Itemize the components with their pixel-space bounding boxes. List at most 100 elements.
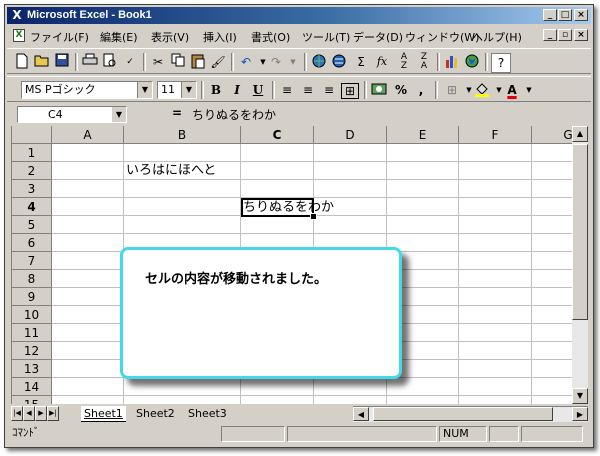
currency-icon[interactable]: [370, 81, 388, 99]
column-header-d[interactable]: D: [314, 126, 387, 144]
map-icon[interactable]: [463, 53, 481, 71]
font-size-select[interactable]: 11 ▼: [157, 81, 197, 99]
open-icon[interactable]: [33, 53, 51, 71]
chart-wizard-icon[interactable]: [443, 53, 461, 71]
hyperlink-icon[interactable]: [310, 53, 328, 71]
align-left-icon[interactable]: ≡: [278, 81, 296, 99]
print-preview-icon[interactable]: [101, 53, 119, 71]
chevron-down-icon[interactable]: ▼: [137, 82, 152, 98]
font-color-dropdown-icon[interactable]: ▼: [520, 81, 538, 99]
minimize-button[interactable]: _: [543, 9, 557, 21]
percent-button[interactable]: %: [392, 81, 410, 99]
row-header-3[interactable]: 3: [12, 180, 52, 198]
sort-descending-icon[interactable]: ZA: [415, 53, 433, 71]
menu-file[interactable]: ファイル(F): [30, 29, 89, 45]
redo-dropdown-icon[interactable]: ▼: [284, 53, 302, 71]
chevron-down-icon[interactable]: ▼: [181, 82, 196, 98]
vertical-scrollbar[interactable]: ▲ ▼: [572, 126, 588, 404]
maximize-button[interactable]: □: [558, 9, 572, 21]
chevron-down-icon[interactable]: ▼: [112, 107, 126, 122]
tab-sheet1[interactable]: Sheet1: [81, 406, 126, 422]
autosum-icon[interactable]: Σ: [352, 53, 370, 71]
format-painter-icon[interactable]: 🖌: [209, 53, 227, 71]
comma-button[interactable]: ,: [412, 81, 430, 99]
new-icon[interactable]: [13, 53, 31, 71]
select-all-corner[interactable]: [12, 126, 52, 144]
paste-icon[interactable]: [189, 53, 207, 71]
row-header-12[interactable]: 12: [12, 342, 52, 360]
row-header-9[interactable]: 9: [12, 288, 52, 306]
menu-help[interactable]: ヘルプ(H): [472, 29, 522, 45]
scroll-up-icon[interactable]: ▲: [572, 126, 588, 142]
menu-window[interactable]: ウィンドウ(W): [405, 29, 479, 45]
row-header-6[interactable]: 6: [12, 234, 52, 252]
title-bar[interactable]: X Microsoft Excel - Book1 _ □ ×: [7, 7, 591, 24]
last-sheet-icon[interactable]: ▶|: [47, 406, 59, 421]
name-box[interactable]: C4 ▼: [17, 106, 127, 123]
document-icon[interactable]: X: [13, 29, 25, 42]
next-sheet-icon[interactable]: ▶: [35, 406, 47, 421]
horizontal-scrollbar[interactable]: ◀ ▶: [353, 406, 588, 422]
column-header-g[interactable]: G: [532, 126, 573, 144]
print-icon[interactable]: [81, 53, 99, 71]
italic-button[interactable]: I: [228, 81, 246, 99]
function-icon[interactable]: fx: [373, 53, 391, 71]
row-header-1[interactable]: 1: [12, 144, 52, 162]
row-header-10[interactable]: 10: [12, 306, 52, 324]
underline-button[interactable]: U: [249, 81, 267, 99]
cell-b2[interactable]: いろはにほへと: [126, 162, 216, 180]
tab-sheet2[interactable]: Sheet2: [136, 406, 175, 421]
font-color-icon[interactable]: A: [503, 81, 521, 99]
column-header-f[interactable]: F: [459, 126, 532, 144]
cut-icon[interactable]: ✂: [149, 53, 167, 71]
menu-insert[interactable]: 挿入(I): [203, 29, 237, 45]
row-header-8[interactable]: 8: [12, 270, 52, 288]
align-center-icon[interactable]: ≡: [299, 81, 317, 99]
horizontal-scroll-thumb[interactable]: [373, 407, 553, 421]
column-header-a[interactable]: A: [52, 126, 124, 144]
row-header-13[interactable]: 13: [12, 360, 52, 378]
menu-tools[interactable]: ツール(T): [302, 29, 350, 45]
font-name-select[interactable]: MS Pゴシック ▼: [21, 81, 153, 99]
merge-center-icon[interactable]: ⊞: [341, 83, 359, 99]
doc-minimize-button[interactable]: _: [543, 29, 557, 41]
row-header-4[interactable]: 4: [12, 198, 52, 216]
column-header-e[interactable]: E: [387, 126, 459, 144]
row-header-11[interactable]: 11: [12, 324, 52, 342]
menu-format[interactable]: 書式(O): [251, 29, 290, 45]
fill-color-icon[interactable]: [473, 81, 491, 99]
column-header-b[interactable]: B: [124, 126, 241, 144]
bold-button[interactable]: B: [207, 81, 225, 99]
row-header-14[interactable]: 14: [12, 378, 52, 396]
undo-icon[interactable]: ↶: [237, 53, 255, 71]
vertical-scroll-thumb[interactable]: [572, 144, 588, 320]
doc-close-button[interactable]: ×: [574, 29, 588, 41]
copy-icon[interactable]: [169, 53, 187, 71]
menu-data[interactable]: データ(D): [353, 29, 403, 45]
row-header-5[interactable]: 5: [12, 216, 52, 234]
menu-edit[interactable]: 編集(E): [100, 29, 138, 45]
row-header-2[interactable]: 2: [12, 162, 52, 180]
sort-ascending-icon[interactable]: AZ: [395, 53, 413, 71]
row-header-15[interactable]: 15: [12, 396, 52, 404]
web-toolbar-icon[interactable]: [330, 53, 348, 71]
first-sheet-icon[interactable]: |◀: [11, 406, 23, 421]
formula-equals-icon[interactable]: =: [172, 106, 182, 120]
scroll-left-icon[interactable]: ◀: [353, 407, 369, 421]
formula-input[interactable]: ちりぬるをわか: [192, 106, 276, 123]
menu-view[interactable]: 表示(V): [151, 29, 189, 45]
help-icon[interactable]: ?: [491, 53, 511, 73]
scroll-down-icon[interactable]: ▼: [572, 388, 588, 404]
fill-handle[interactable]: [310, 213, 317, 220]
align-right-icon[interactable]: ≡: [320, 81, 338, 99]
prev-sheet-icon[interactable]: ◀: [23, 406, 35, 421]
borders-icon[interactable]: ⊞: [443, 81, 461, 99]
spelling-icon[interactable]: ✓: [121, 53, 139, 71]
column-header-c[interactable]: C: [241, 126, 314, 144]
redo-icon[interactable]: ↷: [267, 53, 285, 71]
save-icon[interactable]: [53, 53, 71, 71]
doc-restore-button[interactable]: ▫: [558, 29, 572, 41]
close-button[interactable]: ×: [574, 9, 588, 21]
row-header-7[interactable]: 7: [12, 252, 52, 270]
tab-sheet3[interactable]: Sheet3: [188, 406, 227, 421]
